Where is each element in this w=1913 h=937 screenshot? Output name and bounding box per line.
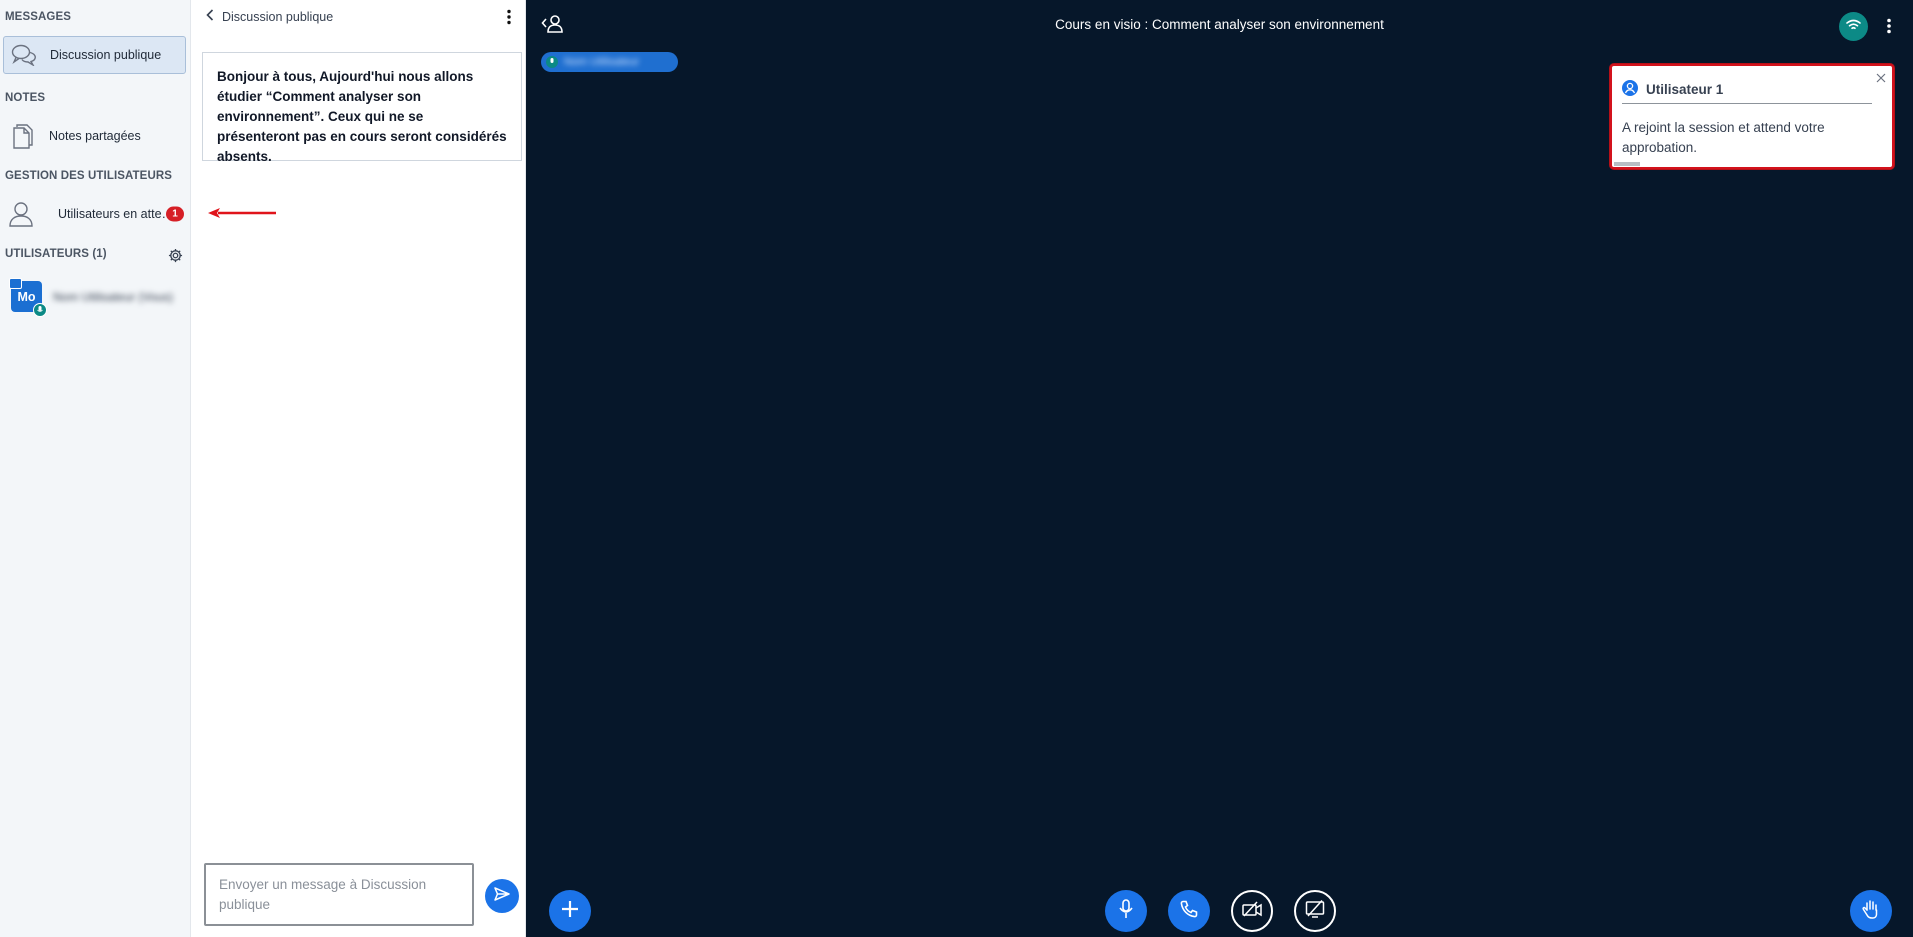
actions-button[interactable] <box>549 890 591 932</box>
talking-indicator: Nom Utilisateur <box>541 52 678 72</box>
meeting-title: Cours en visio : Comment analyser son en… <box>1055 17 1384 32</box>
users-section-title: UTILISATEURS (1) <box>5 248 107 260</box>
waiting-user-notification[interactable]: Utilisateur 1 A rejoint la session et at… <box>1610 64 1894 169</box>
user-name: Nom Utilisateur (Vous) <box>53 290 174 304</box>
chat-header-back[interactable]: Discussion publique <box>206 9 333 24</box>
notes-section-title: NOTES <box>5 92 46 104</box>
camera-off-icon <box>1242 900 1262 922</box>
connection-status-button[interactable] <box>1839 12 1868 41</box>
user-list-item[interactable]: Mo Nom Utilisateur (Vous) <box>9 278 187 318</box>
user-management-section-title: GESTION DES UTILISATEURS <box>5 170 173 182</box>
microphone-icon <box>1119 898 1133 924</box>
presenter-icon <box>9 278 22 289</box>
sidebar-item-label: Discussion publique <box>50 48 162 62</box>
talking-user-name: Nom Utilisateur <box>564 56 640 68</box>
main-area: Cours en visio : Comment analyser son en… <box>526 0 1913 937</box>
plus-icon <box>561 900 579 923</box>
document-icon <box>3 123 43 149</box>
hand-icon <box>1862 899 1880 924</box>
notification-progress <box>1614 162 1640 166</box>
phone-icon <box>1180 900 1198 923</box>
chat-panel: Discussion publique Bonjour à tous, Aujo… <box>192 0 526 937</box>
user-circle-icon <box>1622 80 1638 99</box>
microphone-status-icon <box>33 303 47 317</box>
wifi-icon <box>1846 18 1861 36</box>
close-icon[interactable] <box>1876 70 1886 88</box>
sidebar-item-waiting-users[interactable]: Utilisateurs en atte… 1 <box>3 195 186 233</box>
notification-message: A rejoint la session et attend votre app… <box>1622 120 1825 155</box>
screen-share-button[interactable] <box>1294 890 1336 932</box>
chevron-left-icon <box>206 9 214 24</box>
sidebar: MESSAGES Discussion publique NOTES Notes… <box>0 0 191 937</box>
send-button[interactable] <box>485 879 519 913</box>
welcome-message: Bonjour à tous, Aujourd'hui nous allons … <box>202 52 522 164</box>
avatar-initials: Mo <box>17 289 36 304</box>
red-arrow-annotation <box>206 206 278 225</box>
sidebar-item-shared-notes[interactable]: Notes partagées <box>3 117 186 155</box>
phone-button[interactable] <box>1168 890 1210 932</box>
microphone-button[interactable] <box>1105 890 1147 932</box>
messages-section-title: MESSAGES <box>5 11 71 23</box>
sidebar-item-label: Utilisateurs en atte… <box>58 207 175 221</box>
user-list-settings-icon[interactable] <box>168 248 183 268</box>
notification-header: Utilisateur 1 <box>1622 76 1872 104</box>
microphone-icon <box>546 56 558 68</box>
sidebar-item-label: Notes partagées <box>49 129 141 143</box>
chat-title: Discussion publique <box>222 9 334 24</box>
sidebar-item-public-chat[interactable]: Discussion publique <box>3 36 186 74</box>
user-icon <box>3 201 39 227</box>
waiting-users-badge: 1 <box>166 206 184 222</box>
raise-hand-button[interactable] <box>1850 890 1892 932</box>
main-options-icon[interactable] <box>1887 18 1891 39</box>
send-icon <box>494 886 510 906</box>
chat-bubbles-icon <box>4 44 44 66</box>
notification-user: Utilisateur 1 <box>1646 82 1724 97</box>
screen-share-off-icon <box>1305 899 1325 923</box>
chat-options-icon[interactable] <box>507 9 511 30</box>
message-input[interactable]: Envoyer un message à Discussion publique <box>204 863 474 926</box>
camera-button[interactable] <box>1231 890 1273 932</box>
